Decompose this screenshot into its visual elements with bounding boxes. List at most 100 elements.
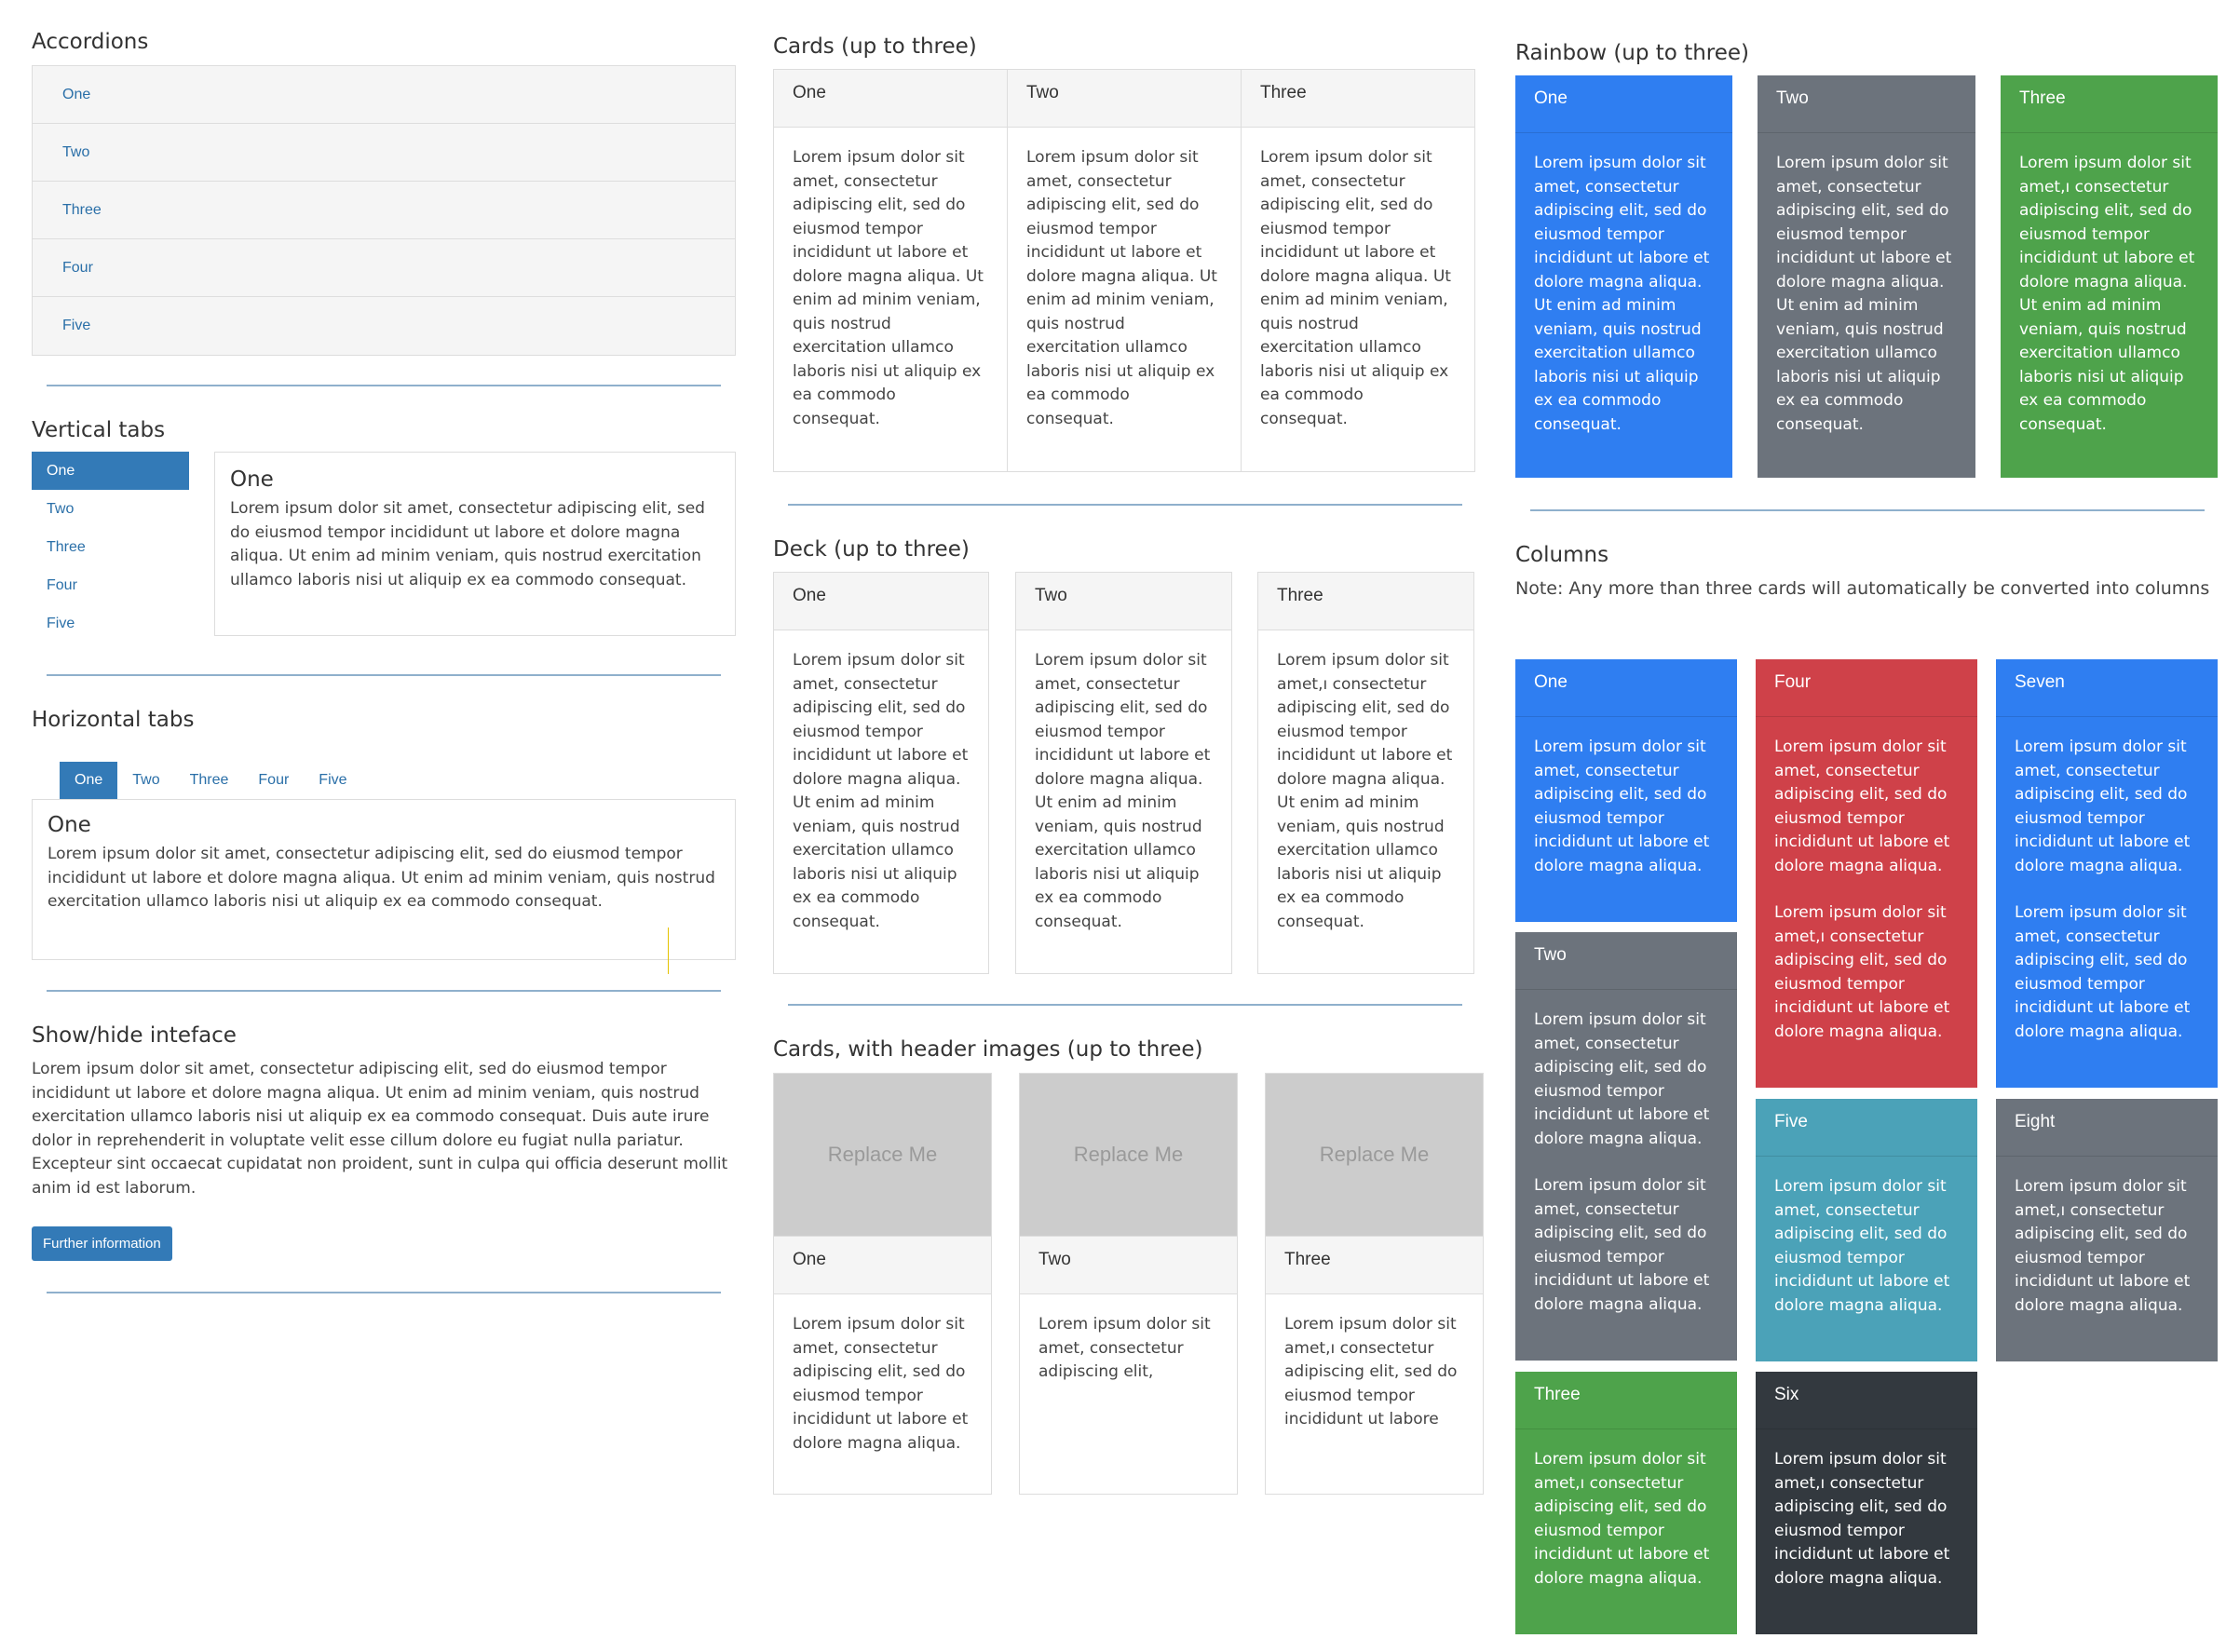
card-text: Lorem ipsum dolor sit amet,ı consectetur… <box>1284 1315 1458 1429</box>
section-divider <box>1530 509 2205 511</box>
deck-title: Deck (up to three) <box>773 537 970 562</box>
card-text: Lorem ipsum dolor sit amet, consectetur … <box>1534 1010 1710 1148</box>
vertical-tab-four[interactable]: Four <box>32 566 189 604</box>
card-title: Three <box>2001 75 2218 133</box>
card-text: Lorem ipsum dolor sit amet, consectetur … <box>1776 154 1952 434</box>
vertical-tab-five[interactable]: Five <box>32 604 189 643</box>
horizontal-tab-pane-text: Lorem ipsum dolor sit amet, consectetur … <box>48 845 715 911</box>
rainbow-card-grey: Two Lorem ipsum dolor sit amet, consecte… <box>1758 75 1975 478</box>
card-title: Two <box>1758 75 1975 133</box>
horizontal-tab-three[interactable]: Three <box>175 762 244 799</box>
card-header-image: Replace Me <box>774 1074 991 1237</box>
card-text: Lorem ipsum dolor sit amet, consectetur … <box>1534 1176 1710 1314</box>
card-text: Lorem ipsum dolor sit amet, consectetur … <box>793 1315 969 1453</box>
card: Three Lorem ipsum dolor sit amet, consec… <box>1242 69 1475 472</box>
card-text: Lorem ipsum dolor sit amet, consectetur … <box>1534 738 1710 875</box>
card-text: Lorem ipsum dolor sit amet, consectetur … <box>2015 738 2191 875</box>
card-header-image: Replace Me <box>1266 1074 1483 1237</box>
card-text: Lorem ipsum dolor sit amet, consectetur … <box>1035 651 1211 931</box>
card-title: Two <box>1008 70 1241 128</box>
show-hide-text: Lorem ipsum dolor sit amet, consectetur … <box>32 1060 728 1198</box>
section-divider <box>47 385 721 386</box>
horizontal-tab-pane: One Lorem ipsum dolor sit amet, consecte… <box>32 799 736 974</box>
deck-card: Three Lorem ipsum dolor sit amet,ı conse… <box>1257 572 1474 974</box>
card-text-group: Lorem ipsum dolor sit amet, consectetur … <box>1515 990 1737 1335</box>
rainbow-card-blue: One Lorem ipsum dolor sit amet, consecte… <box>1515 75 1732 478</box>
section-divider <box>788 1004 1462 1006</box>
accordion-item-five[interactable]: Five <box>33 297 735 355</box>
card-title: One <box>774 573 988 630</box>
card-title: Two <box>1016 573 1231 630</box>
accordions-title: Accordions <box>32 30 149 54</box>
accordion-item-two[interactable]: Two <box>33 124 735 182</box>
column-card-two: Two Lorem ipsum dolor sit amet, consecte… <box>1515 932 1737 1361</box>
card-text: Lorem ipsum dolor sit amet, consectetur … <box>1774 738 1950 875</box>
image-cards-group: Replace Me One Lorem ipsum dolor sit ame… <box>773 1073 1484 1495</box>
card-text: Lorem ipsum dolor sit amet,ı consectetur… <box>1774 903 1950 1041</box>
card-text: Lorem ipsum dolor sit amet, consectetur … <box>1260 148 1451 428</box>
card-title: One <box>774 1237 991 1294</box>
accordion: One Two Three Four Five <box>32 65 736 356</box>
horizontal-tab-two[interactable]: Two <box>117 762 174 799</box>
rainbow-card-green: Three Lorem ipsum dolor sit amet,ı conse… <box>2001 75 2218 478</box>
accordion-item-four[interactable]: Four <box>33 239 735 297</box>
card-text: Lorem ipsum dolor sit amet, consectetur … <box>793 651 969 931</box>
vertical-tab-three[interactable]: Three <box>32 528 189 566</box>
card-title: Five <box>1756 1099 1977 1157</box>
card-title: Four <box>1756 659 1977 717</box>
card-text: Lorem ipsum dolor sit amet, consectetur … <box>793 148 984 428</box>
card-title: Three <box>1242 70 1474 128</box>
vertical-tab-list: One Two Three Four Five <box>32 452 189 643</box>
deck-card: Two Lorem ipsum dolor sit amet, consecte… <box>1015 572 1232 974</box>
horizontal-tabs-title: Horizontal tabs <box>32 708 195 732</box>
section-divider <box>47 990 721 992</box>
card-text: Lorem ipsum dolor sit amet,ı consectetur… <box>2015 1177 2191 1315</box>
column-card-eight: Eight Lorem ipsum dolor sit amet,ı conse… <box>1996 1099 2218 1361</box>
vertical-tab-two[interactable]: Two <box>32 490 189 528</box>
horizontal-tab-one[interactable]: One <box>60 762 118 799</box>
text-cursor <box>668 928 669 974</box>
card-title: Two <box>1020 1237 1237 1294</box>
section-divider <box>788 504 1462 506</box>
vertical-tabs-title: Vertical tabs <box>32 418 166 442</box>
column-card-one: One Lorem ipsum dolor sit amet, consecte… <box>1515 659 1737 922</box>
accordion-item-three[interactable]: Three <box>33 182 735 239</box>
card-text: Lorem ipsum dolor sit amet,ı consectetur… <box>1534 1450 1710 1588</box>
show-hide-title: Show/hide inteface <box>32 1023 237 1048</box>
card-text: Lorem ipsum dolor sit amet, consectetur … <box>1774 1177 1950 1315</box>
card-title: Seven <box>1996 659 2218 717</box>
card: Two Lorem ipsum dolor sit amet, consecte… <box>1008 69 1242 472</box>
horizontal-tab-five[interactable]: Five <box>304 762 361 799</box>
deck-group: One Lorem ipsum dolor sit amet, consecte… <box>773 572 1474 974</box>
card-title: Three <box>1266 1237 1483 1294</box>
card-title: Six <box>1756 1372 1977 1429</box>
card-title: Two <box>1515 932 1737 990</box>
section-divider <box>47 1292 721 1293</box>
column-card-four: Four Lorem ipsum dolor sit amet, consect… <box>1756 659 1977 1088</box>
horizontal-tab-four[interactable]: Four <box>243 762 304 799</box>
rainbow-title: Rainbow (up to three) <box>1515 41 1750 65</box>
card: One Lorem ipsum dolor sit amet, consecte… <box>773 69 1008 472</box>
image-card: Replace Me Two Lorem ipsum dolor sit ame… <box>1019 1073 1238 1495</box>
deck-card: One Lorem ipsum dolor sit amet, consecte… <box>773 572 989 974</box>
image-card: Replace Me Three Lorem ipsum dolor sit a… <box>1265 1073 1484 1495</box>
horizontal-tab-bar: One Two Three Four Five <box>60 762 362 799</box>
vertical-tab-pane-text: Lorem ipsum dolor sit amet, consectetur … <box>230 499 705 589</box>
card-title: Three <box>1515 1372 1737 1429</box>
card-text-group: Lorem ipsum dolor sit amet, consectetur … <box>1756 717 1977 1063</box>
card-title: Eight <box>1996 1099 2218 1157</box>
accordion-item-one[interactable]: One <box>33 66 735 124</box>
card-text: Lorem ipsum dolor sit amet, consectetur … <box>1026 148 1217 428</box>
vertical-tab-one[interactable]: One <box>32 452 189 490</box>
horizontal-tab-pane-title: One <box>48 813 91 837</box>
card-text-group: Lorem ipsum dolor sit amet, consectetur … <box>1996 717 2218 1063</box>
card-title: Three <box>1258 573 1473 630</box>
further-information-button[interactable]: Further information <box>32 1226 172 1261</box>
card-text: Lorem ipsum dolor sit amet,ı consectetur… <box>1277 651 1453 931</box>
column-card-six: Six Lorem ipsum dolor sit amet,ı consect… <box>1756 1372 1977 1634</box>
card-text: Lorem ipsum dolor sit amet, consectetur … <box>1534 154 1710 434</box>
column-card-five: Five Lorem ipsum dolor sit amet, consect… <box>1756 1099 1977 1361</box>
columns-note: Note: Any more than three cards will aut… <box>1515 578 2210 599</box>
cards-group: One Lorem ipsum dolor sit amet, consecte… <box>773 69 1475 472</box>
card-header-image: Replace Me <box>1020 1074 1237 1237</box>
